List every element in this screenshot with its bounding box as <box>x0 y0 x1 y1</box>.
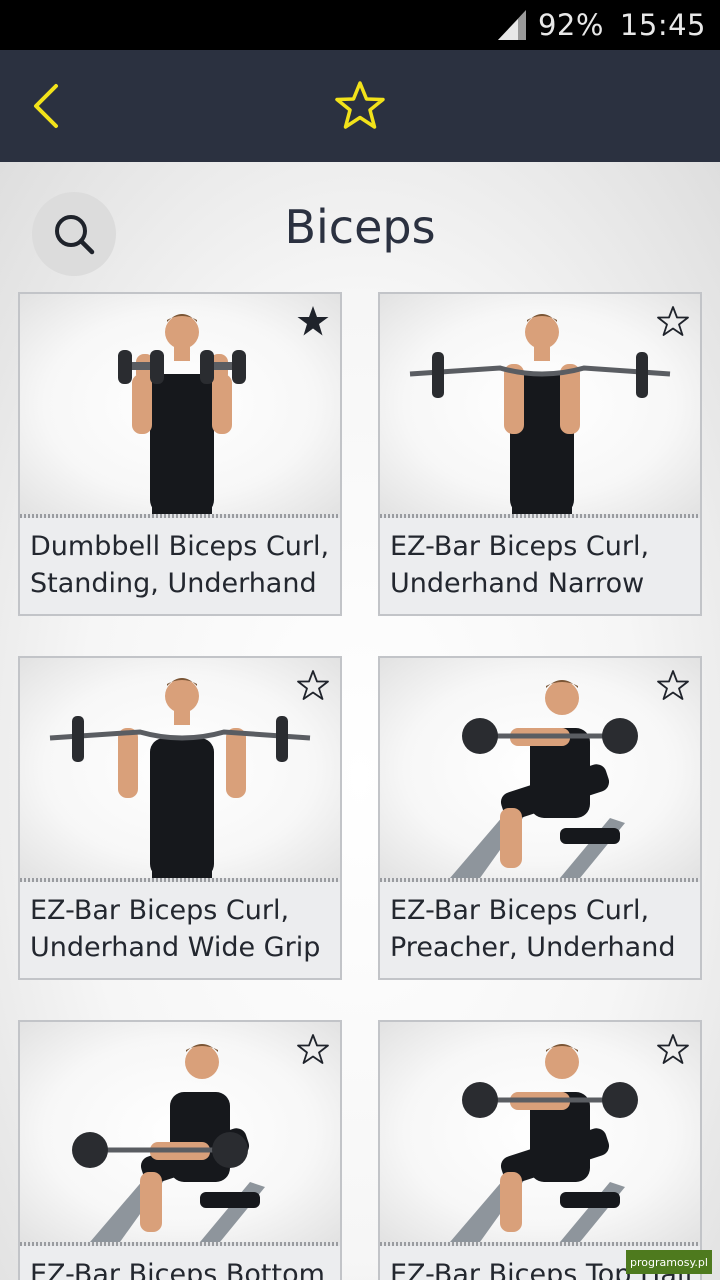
dotted-divider <box>20 1242 340 1246</box>
dotted-divider <box>20 878 340 882</box>
star-outline-icon[interactable] <box>656 668 690 702</box>
page-title: Biceps <box>284 200 436 254</box>
status-bar: 92% 15:45 <box>0 0 720 50</box>
exercise-label: EZ-Bar Biceps Curl, Underhand Wide Grip <box>30 895 321 963</box>
star-outline-icon[interactable] <box>296 668 330 702</box>
exercise-label: EZ-Bar Biceps Bottom <box>30 1259 325 1280</box>
exercise-list-screen: Biceps Dumbbell Biceps Curl, Standing, U… <box>0 162 720 1280</box>
exercise-photo <box>450 1044 638 1242</box>
star-outline-icon[interactable] <box>656 304 690 338</box>
exercise-photo <box>118 314 246 514</box>
exercise-thumbnail <box>20 294 340 514</box>
exercise-photo <box>450 680 638 878</box>
signal-icon <box>497 10 526 40</box>
dotted-divider <box>20 514 340 518</box>
dotted-divider <box>380 1242 700 1246</box>
exercise-card[interactable]: EZ-Bar Biceps Curl, Underhand Wide Grip <box>18 656 342 980</box>
exercise-card[interactable]: Dumbbell Biceps Curl, Standing, Underhan… <box>18 292 342 616</box>
exercise-thumbnail <box>380 1022 700 1242</box>
exercise-photo <box>49 678 311 878</box>
star-filled-icon[interactable] <box>296 304 330 338</box>
exercise-photo <box>72 1044 265 1242</box>
star-outline-icon[interactable] <box>656 1032 690 1066</box>
exercise-label: EZ-Bar Biceps Curl, Preacher, Underhand <box>390 895 676 963</box>
exercise-thumbnail <box>20 658 340 878</box>
watermark: programosy.pl <box>626 1250 712 1274</box>
app-bar <box>0 50 720 162</box>
dotted-divider <box>380 878 700 882</box>
exercise-card[interactable]: EZ-Bar Biceps Top Half <box>378 1020 702 1280</box>
exercise-label: EZ-Bar Biceps Curl, Underhand Narrow <box>390 531 650 599</box>
battery-level: 92% <box>537 8 604 42</box>
exercise-card[interactable]: EZ-Bar Biceps Curl, Preacher, Underhand <box>378 656 702 980</box>
exercise-photo <box>409 314 671 514</box>
exercise-thumbnail <box>380 294 700 514</box>
star-outline-icon[interactable] <box>296 1032 330 1066</box>
exercise-card[interactable]: EZ-Bar Biceps Curl, Underhand Narrow <box>378 292 702 616</box>
exercise-card[interactable]: EZ-Bar Biceps Bottom <box>18 1020 342 1280</box>
dotted-divider <box>380 514 700 518</box>
clock: 15:45 <box>619 8 706 42</box>
exercise-thumbnail <box>20 1022 340 1242</box>
exercise-thumbnail <box>380 658 700 878</box>
back-chevron-icon[interactable] <box>22 80 72 132</box>
exercise-label: Dumbbell Biceps Curl, Standing, Underhan… <box>30 531 330 599</box>
star-outline-icon[interactable] <box>333 80 387 132</box>
